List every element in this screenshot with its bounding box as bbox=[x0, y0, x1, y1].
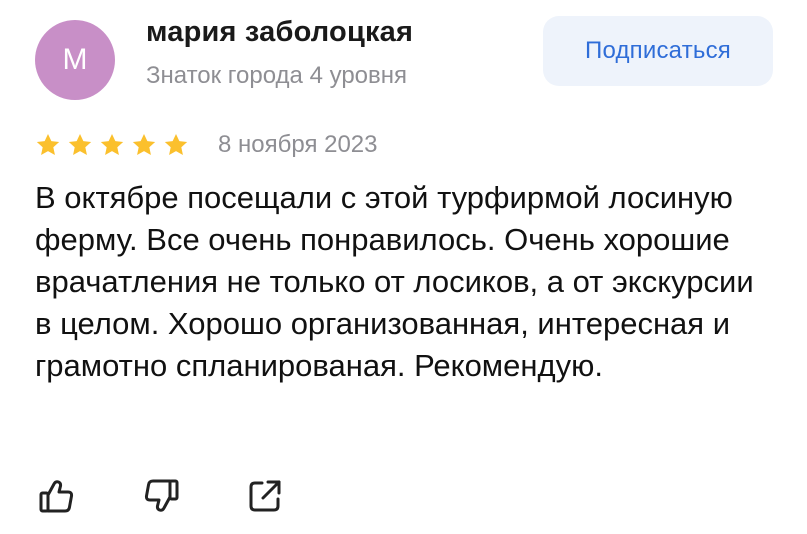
thumbs-up-icon bbox=[39, 480, 74, 513]
avatar[interactable]: М bbox=[35, 20, 115, 100]
review-card: М мария заболоцкая Знаток города 4 уровн… bbox=[0, 0, 807, 534]
star-icon bbox=[68, 133, 92, 155]
share-button[interactable] bbox=[243, 474, 287, 518]
thumbs-down-icon bbox=[144, 479, 179, 512]
star-rating bbox=[35, 132, 189, 158]
subscribe-button[interactable]: Подписаться bbox=[543, 16, 773, 86]
review-date: 8 ноября 2023 bbox=[218, 131, 378, 158]
star-icon bbox=[164, 133, 188, 155]
dislike-button[interactable] bbox=[139, 474, 183, 518]
star-icon bbox=[100, 133, 124, 155]
review-text: В октябре посещали с этой турфирмой лоси… bbox=[35, 180, 754, 383]
author-name[interactable]: мария заболоцкая bbox=[146, 16, 413, 49]
star-icon bbox=[132, 133, 156, 155]
like-button[interactable] bbox=[35, 474, 79, 518]
review-actions bbox=[35, 474, 287, 518]
avatar-initial: М bbox=[62, 43, 88, 76]
star-icon bbox=[36, 133, 60, 155]
share-icon bbox=[249, 480, 281, 512]
author-level: Знаток города 4 уровня bbox=[146, 62, 408, 89]
